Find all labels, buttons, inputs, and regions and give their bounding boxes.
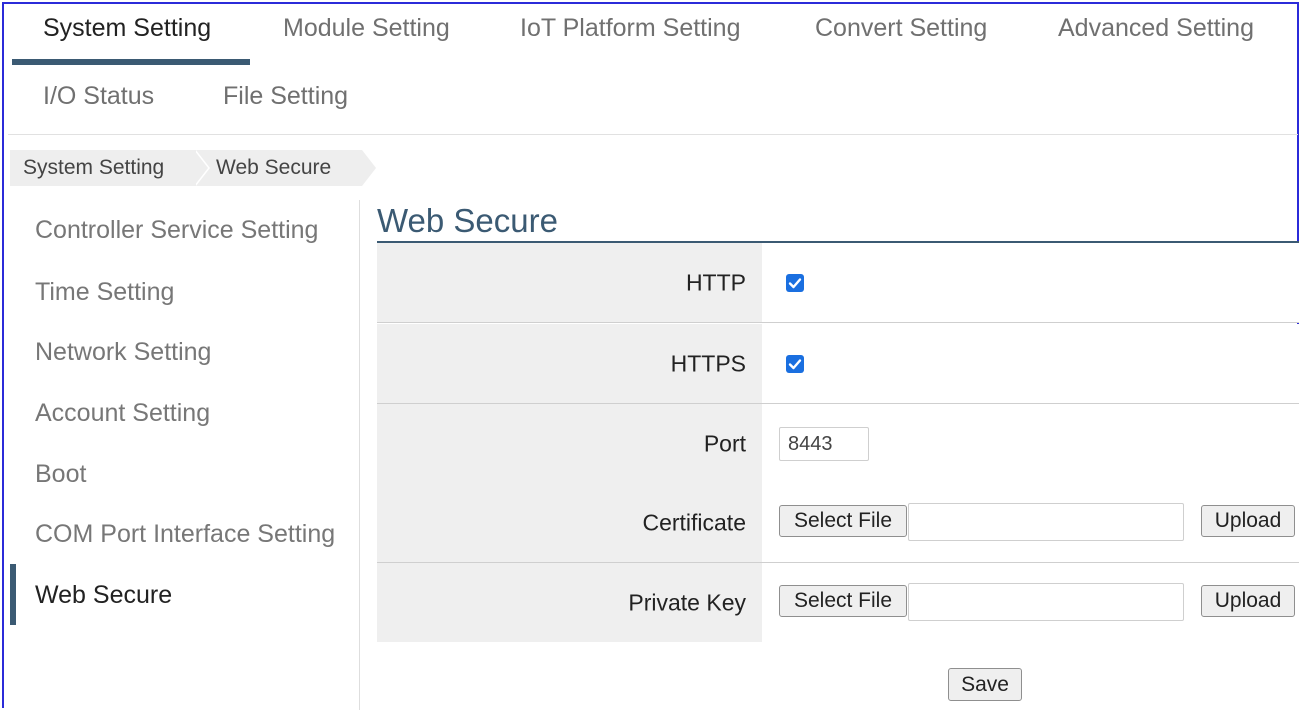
tab-io-status[interactable]: I/O Status <box>43 84 154 109</box>
tab-convert-setting[interactable]: Convert Setting <box>815 0 987 56</box>
sidebar-item-boot[interactable]: Boot <box>35 460 86 489</box>
port-input[interactable] <box>779 427 869 461</box>
breadcrumb-system-setting[interactable]: System Setting <box>10 150 210 186</box>
https-row: HTTPS <box>377 324 1299 404</box>
breadcrumb: System Setting Web Secure <box>10 150 378 186</box>
tab-file-setting[interactable]: File Setting <box>223 84 348 109</box>
sidebar-item-controller-service-setting[interactable]: Controller Service Setting <box>35 216 318 245</box>
http-row: HTTP <box>377 243 1299 323</box>
private-key-label: Private Key <box>628 589 746 615</box>
tab-advanced-setting[interactable]: Advanced Setting <box>1058 0 1254 56</box>
tab-system-setting[interactable]: System Setting <box>43 0 211 56</box>
sidebar-item-account-setting[interactable]: Account Setting <box>35 399 210 428</box>
private-key-select-file-button[interactable]: Select File <box>779 585 907 617</box>
active-tab-indicator <box>12 59 250 65</box>
save-button[interactable]: Save <box>948 668 1022 701</box>
http-checkbox[interactable] <box>786 273 804 292</box>
sidebar-item-web-secure[interactable]: Web Secure <box>35 581 172 610</box>
save-row: Save <box>377 642 1299 710</box>
private-key-upload-button[interactable]: Upload <box>1201 585 1295 617</box>
sidebar-item-time-setting[interactable]: Time Setting <box>35 278 174 307</box>
sidebar-item-network-setting[interactable]: Network Setting <box>35 338 211 367</box>
sidebar: Controller Service Setting Time Setting … <box>10 200 360 710</box>
tab-iot-platform-setting[interactable]: IoT Platform Setting <box>520 0 740 56</box>
breadcrumb-web-secure[interactable]: Web Secure <box>194 150 378 186</box>
port-label: Port <box>703 430 746 456</box>
checkmark-icon <box>788 277 802 288</box>
certificate-select-file-button[interactable]: Select File <box>779 505 907 537</box>
header-divider <box>8 134 1298 135</box>
sidebar-item-com-port-interface-setting[interactable]: COM Port Interface Setting <box>35 520 335 549</box>
tab-module-setting[interactable]: Module Setting <box>283 0 450 56</box>
certificate-label: Certificate <box>642 509 746 535</box>
sidebar-active-indicator <box>10 564 16 625</box>
certificate-file-name-field[interactable] <box>908 503 1184 541</box>
checkmark-icon <box>788 358 802 369</box>
private-key-row: Private Key Select File Upload <box>377 563 1299 643</box>
private-key-file-name-field[interactable] <box>908 583 1184 621</box>
certificate-upload-button[interactable]: Upload <box>1201 505 1295 537</box>
https-label: HTTPS <box>670 350 746 376</box>
certificate-row: Certificate Select File Upload <box>377 483 1299 563</box>
breadcrumb-label: Web Secure <box>216 156 332 179</box>
https-checkbox[interactable] <box>786 354 804 373</box>
port-row: Port <box>377 404 1299 484</box>
http-label: HTTP <box>685 269 746 295</box>
page-title: Web Secure <box>377 202 558 239</box>
breadcrumb-label: System Setting <box>23 156 165 179</box>
